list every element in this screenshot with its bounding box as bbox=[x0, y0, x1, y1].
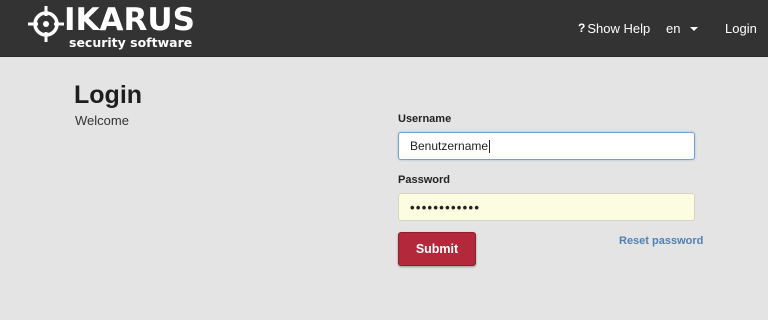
logo-wordmark: IKARUS bbox=[64, 2, 195, 38]
welcome-text: Welcome bbox=[75, 113, 129, 128]
password-label: Password bbox=[398, 174, 450, 186]
chevron-down-icon bbox=[690, 26, 699, 31]
submit-button[interactable]: Submit bbox=[398, 232, 476, 266]
page-title: Login bbox=[74, 81, 143, 109]
username-value: Benutzername bbox=[410, 139, 489, 153]
username-input[interactable]: Benutzername bbox=[398, 132, 695, 160]
text-cursor bbox=[489, 139, 491, 153]
logo-tagline: security software bbox=[69, 35, 193, 50]
show-help-label: Show Help bbox=[587, 20, 651, 36]
ikarus-logo[interactable]: IKARUS security software bbox=[28, 2, 228, 54]
password-input[interactable]: •••••••••••• bbox=[398, 193, 695, 221]
language-dropdown[interactable]: en bbox=[666, 19, 699, 37]
reset-password-link[interactable]: Reset password bbox=[619, 235, 703, 247]
password-masked-value: •••••••••••• bbox=[410, 199, 481, 215]
username-label: Username bbox=[398, 113, 452, 125]
nav-login-link[interactable]: Login bbox=[725, 19, 757, 37]
question-mark-icon: ? bbox=[578, 21, 586, 35]
crosshair-logo-icon bbox=[28, 6, 64, 42]
language-value: en bbox=[666, 20, 681, 36]
show-help-link[interactable]: ? Show Help bbox=[578, 19, 650, 37]
top-navbar: IKARUS security software ? Show Help en … bbox=[0, 0, 768, 57]
